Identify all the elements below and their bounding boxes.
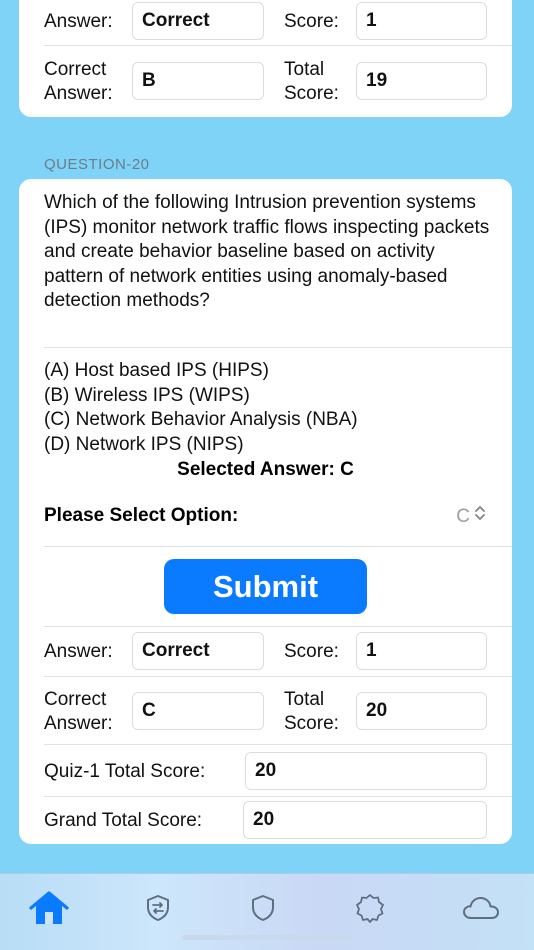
total-score-label: Total Score: [284,688,339,736]
tab-quiz[interactable] [136,888,180,928]
prev-correct-label-line2: Answer: [44,83,113,104]
result-row-divider-2 [44,744,512,745]
result-row-divider-1 [44,676,512,677]
prev-correct-answer-label: Correct Answer: [44,58,113,106]
grand-total-score-field: 20 [243,801,487,839]
tab-cloud[interactable] [459,888,503,928]
tab-badge[interactable] [348,888,392,928]
question-text: Which of the following Intrusion prevent… [44,192,490,311]
option-c: (C) Network Behavior Analysis (NBA) [44,409,358,430]
tab-security[interactable] [241,888,285,928]
result-row-divider-3 [44,796,512,797]
chevron-up-down-icon [474,504,486,529]
shield-swap-icon [147,895,169,921]
total-label-line2: Score: [284,713,339,734]
options-list: (A) Host based IPS (HIPS) (B) Wireless I… [44,359,358,457]
prev-answer-label: Answer: [44,11,113,32]
home-icon [29,891,69,924]
correct-answer-label: Correct Answer: [44,688,113,736]
select-option-label: Please Select Option: [44,505,239,526]
question-divider [44,347,512,348]
total-label-line1: Total [284,689,325,710]
prev-total-score-label: Total Score: [284,58,339,106]
answer-field: Correct [132,632,264,670]
prev-correct-label-line1: Correct [44,59,107,80]
prev-score-field: 1 [356,2,487,40]
option-d: (D) Network IPS (NIPS) [44,433,244,455]
score-field: 1 [356,632,487,670]
option-picker[interactable]: C [456,504,486,529]
quiz-total-score-field: 20 [245,752,487,790]
total-score-field: 20 [356,692,487,730]
submit-button[interactable]: Submit [164,559,367,614]
result-top-divider [44,626,512,627]
correct-label-line2: Answer: [44,713,113,734]
selected-answer-text: Selected Answer: C [177,459,354,480]
correct-label-line1: Correct [44,689,107,710]
select-divider [44,546,512,547]
prev-answer-field: Correct [132,2,264,40]
quiz-total-score-label: Quiz-1 Total Score: [44,761,206,782]
prev-correct-answer-field: B [132,62,264,100]
prev-row-divider [44,45,512,46]
option-b: (B) Wireless IPS (WIPS) [44,384,250,406]
grand-total-score-label: Grand Total Score: [44,810,203,831]
prev-score-label: Score: [284,11,339,32]
badge-icon [356,894,384,923]
home-indicator [182,935,352,940]
cloud-icon [463,897,499,919]
question-section-label: QUESTION-20 [44,156,150,173]
prev-total-score-field: 19 [356,62,487,100]
tab-home[interactable] [27,888,71,928]
answer-label: Answer: [44,641,113,662]
option-picker-value: C [456,505,470,527]
prev-total-label-line2: Score: [284,83,339,104]
correct-answer-field: C [132,692,264,730]
shield-icon [252,895,274,921]
score-label: Score: [284,641,339,662]
prev-total-label-line1: Total [284,59,325,80]
option-a: (A) Host based IPS (HIPS) [44,360,269,381]
